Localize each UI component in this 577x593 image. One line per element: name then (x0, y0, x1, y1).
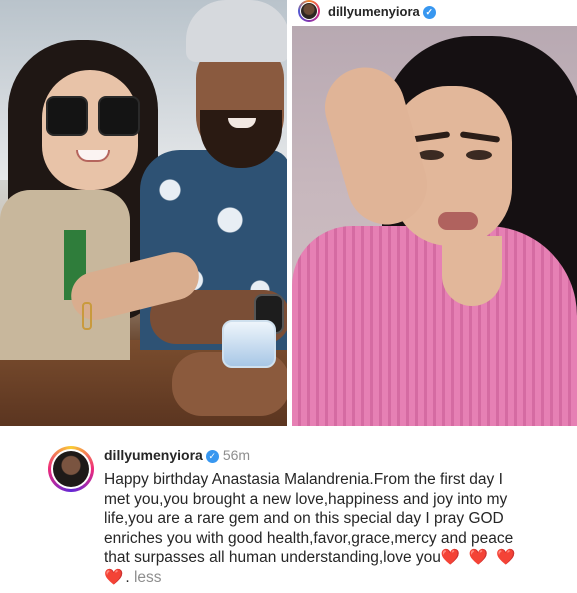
profile-avatar[interactable] (298, 0, 320, 22)
post-caption: dillyumenyiora ✓ 56m Happy birthday Anasta… (0, 426, 577, 593)
perfume-bottle (222, 320, 276, 368)
caption-header: dillyumenyiora ✓ 56m (104, 447, 250, 463)
profile-avatar[interactable] (48, 446, 94, 492)
couple-photo[interactable] (0, 0, 287, 426)
caption-text: Happy birthday Anastasia Malandrenia.Fro… (104, 471, 518, 586)
show-less-link[interactable]: less (134, 569, 162, 586)
portrait-photo[interactable] (292, 26, 577, 426)
verified-badge-icon: ✓ (422, 6, 436, 19)
verified-badge-icon: ✓ (205, 450, 219, 463)
post-timestamp: 56m (222, 447, 251, 463)
username-link[interactable]: dillyumenyiora (104, 447, 203, 463)
post-header: dillyumenyiora ✓ (292, 0, 577, 26)
header-username-row[interactable]: dillyumenyiora ✓ (328, 4, 436, 19)
photo-collage: dillyumenyiora ✓ (0, 0, 577, 426)
sunglasses (46, 96, 142, 136)
username-link[interactable]: dillyumenyiora (328, 4, 420, 19)
